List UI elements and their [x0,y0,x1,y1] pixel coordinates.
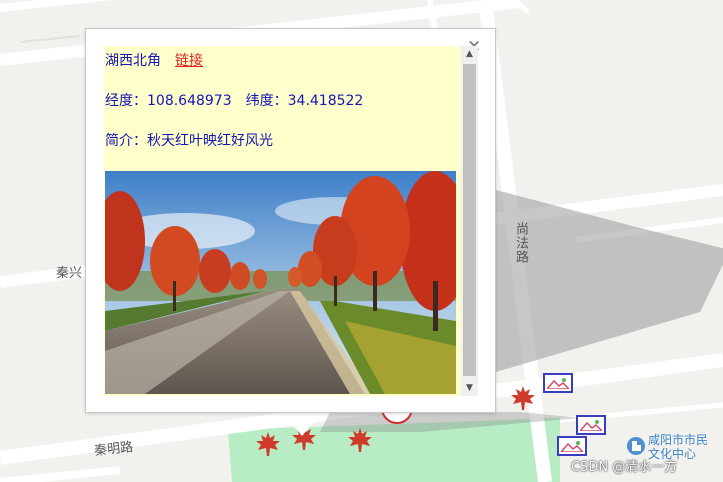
road-label-qinxing: 秦兴 [56,266,83,281]
lon-value: 108.648973 [147,93,232,109]
intro-label: 简介： [105,133,147,149]
scroll-up-icon[interactable]: ▲ [461,46,478,62]
maple-leaf-icon[interactable] [346,426,374,454]
poi-label-line1: 咸阳市市民 [648,433,709,447]
building-icon[interactable] [626,436,646,456]
lat-value: 34.418522 [287,93,364,109]
lon-label: 经度： [105,93,147,109]
info-popup: × 湖西北角链接 经度：108.648973纬度：34.418522 简介：秋天… [85,28,496,413]
road-label-qinming: 秦明路 [93,439,134,459]
intro-row: 简介：秋天红叶映红好风光 [105,130,273,150]
maple-leaf-icon[interactable] [509,384,537,412]
popup-tail [282,412,322,436]
watermark: CSDN @清水一方 [571,460,678,475]
scroll-down-icon[interactable]: ▼ [461,380,478,396]
title-row: 湖西北角 链接 [105,50,203,70]
place-title: 湖西北角 [105,53,161,69]
intro-text: 秋天红叶映红好风光 [147,133,273,149]
lat-label: 纬度： [245,93,288,109]
maple-leaf-icon[interactable] [254,430,282,458]
photo-icon[interactable] [557,436,587,456]
photo-icon[interactable] [543,373,573,393]
photo-icon[interactable] [576,415,606,435]
link[interactable]: 链接 [175,53,203,69]
scroll-thumb[interactable] [463,64,476,376]
road-label-shangfa: 尚法路 [513,222,528,264]
coords-row: 经度：108.648973 纬度：34.418522 [105,90,363,110]
popup-content[interactable]: 湖西北角 链接 经度：108.648973 纬度：34.418522 简介：秋天红叶… [104,46,461,396]
autumn-photo [105,171,456,394]
scrollbar[interactable]: ▲ ▼ [461,46,478,396]
